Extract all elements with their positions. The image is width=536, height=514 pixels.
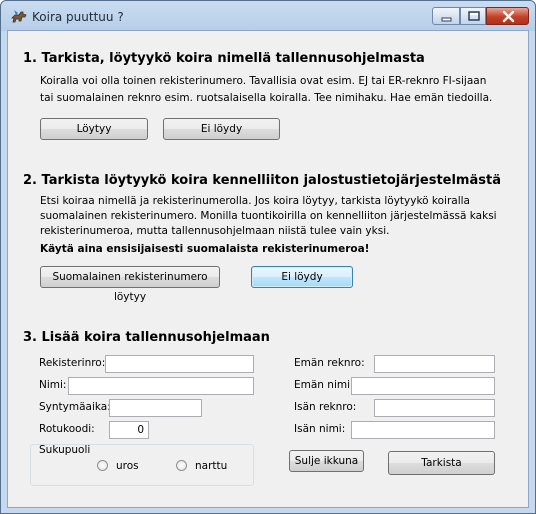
section1-text-line1: Koiralla voi olla toinen rekisterinumero… — [40, 75, 487, 87]
minimize-button[interactable] — [432, 7, 460, 25]
close-icon — [502, 10, 515, 23]
dog-app-icon — [11, 10, 27, 23]
female-label: narttu — [195, 460, 228, 472]
dam-regno-input[interactable] — [374, 355, 495, 373]
section3-heading: 3. Lisää koira tallennusohjelmaan — [23, 330, 270, 345]
title-bar[interactable]: Koira puuttuu ? — [1, 1, 535, 31]
section2-text-line3: rekisterinumeroa, mutta tallennusohjelma… — [40, 225, 390, 237]
section1-text-line2: tai suomalainen reknro esim. ruotsalaise… — [40, 92, 493, 104]
breed-code-label: Rotukoodi: — [39, 423, 95, 435]
sire-regno-label: Isän reknro: — [294, 401, 357, 413]
name-input[interactable] — [68, 377, 254, 395]
dam-name-input[interactable] — [351, 377, 495, 395]
female-radio[interactable] — [176, 460, 187, 471]
regno-input[interactable] — [105, 355, 254, 373]
dam-regno-label: Emän reknro: — [294, 357, 365, 369]
section1-found-button[interactable]: Löytyy — [40, 118, 148, 140]
close-window-text-button[interactable]: Sulje ikkuna — [289, 450, 364, 472]
name-label: Nimi: — [39, 379, 67, 391]
section2-heading: 2. Tarkista löytyykö koira kennelliiton … — [23, 173, 501, 188]
section1-heading: 1. Tarkista, löytyykö koira nimellä tall… — [23, 51, 425, 66]
section2-finnish-regno-found-button[interactable]: Suomalainen rekisterinumero löytyy — [40, 266, 220, 303]
birth-date-label: Syntymäaika: — [39, 401, 111, 413]
birth-date-input[interactable] — [109, 399, 202, 417]
section2-bold-note: Käytä aina ensisijaisesti suomalaista re… — [40, 243, 370, 255]
maximize-icon — [468, 11, 480, 21]
maximize-button[interactable] — [460, 7, 486, 25]
section2-text-line1: Etsi koiraa nimellä ja rekisterinumeroll… — [40, 195, 470, 207]
section2-not-found-button[interactable]: Ei löydy — [251, 266, 353, 288]
sire-name-input[interactable] — [351, 421, 495, 439]
close-window-button[interactable] — [486, 7, 529, 25]
male-label: uros — [116, 460, 139, 472]
regno-label: Rekisterinro: — [39, 357, 106, 369]
section1-not-found-button[interactable]: Ei löydy — [163, 118, 280, 140]
sire-name-label: Isän nimi: — [294, 423, 346, 435]
sire-regno-input[interactable] — [374, 399, 495, 417]
dam-name-label: Emän nimi: — [294, 379, 354, 391]
window-title: Koira puuttuu ? — [32, 10, 124, 24]
check-button[interactable]: Tarkista — [388, 451, 495, 475]
male-radio[interactable] — [97, 460, 108, 471]
section2-text-line2: suomalainen rekisterinumero. Monilla tuo… — [40, 210, 497, 222]
minimize-icon — [441, 17, 452, 22]
breed-code-input[interactable] — [109, 421, 149, 439]
